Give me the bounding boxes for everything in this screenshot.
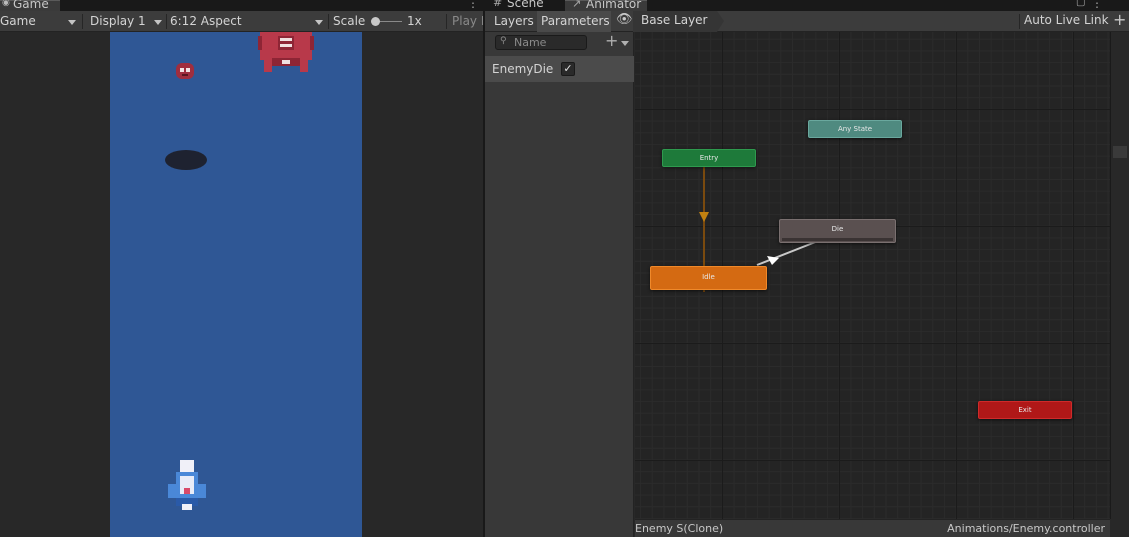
display-dropdown[interactable]: Display 1: [90, 13, 164, 30]
chevron-down-icon: [315, 20, 323, 25]
game-menu-icon[interactable]: ⋮: [467, 0, 479, 10]
player-ship-sprite: [168, 460, 206, 510]
chevron-down-icon: [154, 20, 162, 25]
animator-tab-label: Animator: [586, 0, 642, 11]
toolbar-divider: [1019, 14, 1020, 29]
status-controller-path: Animations/Enemy.controller: [947, 522, 1105, 535]
toolbar-divider: [446, 14, 447, 29]
game-tab[interactable]: ◉ Game: [0, 0, 60, 11]
aspect-label: 6:12 Aspect: [170, 14, 242, 28]
toolbar-divider: [328, 14, 329, 29]
animator-tab[interactable]: ↗ Animator: [565, 0, 647, 11]
parameter-search-placeholder: Name: [514, 36, 547, 49]
tab-layers[interactable]: Layers: [490, 11, 538, 32]
scale-label: Scale: [333, 14, 366, 28]
game-view-dropdown[interactable]: Game: [0, 13, 80, 30]
breadcrumb-base-layer: Base Layer: [641, 13, 708, 27]
idle-die-transition[interactable]: [756, 240, 819, 266]
boss-enemy-sprite: [258, 32, 314, 72]
parameters-panel: ⚲ Name + EnemyDie ✓: [485, 31, 634, 537]
scrollbar-thumb[interactable]: [1113, 146, 1127, 158]
aspect-dropdown[interactable]: 6:12 Aspect: [170, 13, 326, 30]
parameter-row[interactable]: EnemyDie ✓: [485, 56, 634, 82]
graph-scrollbar[interactable]: [1110, 32, 1129, 519]
maximize-icon[interactable]: ▢: [1076, 0, 1085, 8]
state-node-exit[interactable]: Exit: [978, 401, 1072, 419]
breadcrumb[interactable]: Base Layer: [633, 11, 717, 32]
state-progress-bar: [782, 238, 893, 241]
transition-arrow-icon: [699, 212, 709, 222]
auto-live-link-button[interactable]: Auto Live Link: [1024, 13, 1109, 27]
animator-status-bar: Enemy S(Clone) Animations/Enemy.controll…: [635, 519, 1110, 537]
scale-slider-handle[interactable]: [371, 17, 380, 26]
parameter-name: EnemyDie: [492, 62, 554, 76]
state-node-any-state[interactable]: Any State: [808, 120, 902, 138]
search-icon: ⚲: [500, 36, 507, 46]
breadcrumb-arrow: [717, 11, 724, 32]
ground-shadow: [165, 150, 207, 170]
add-icon[interactable]: +: [1113, 10, 1126, 29]
game-toolbar: Game Display 1 6:12 Aspect Scale 1x Play…: [0, 11, 488, 32]
toolbar-divider: [82, 14, 83, 29]
toolbar-divider: [166, 14, 167, 29]
status-selected-object: Enemy S(Clone): [635, 522, 724, 535]
state-node-die[interactable]: Die: [779, 219, 896, 243]
chevron-down-icon[interactable]: [621, 41, 629, 46]
eye-icon[interactable]: 👁: [616, 12, 633, 27]
display-label: Display 1: [90, 14, 146, 28]
scale-value: 1x: [407, 14, 422, 28]
animator-window: # Scene ↗ Animator ▢ ⋮ Layers Parameters…: [485, 0, 1129, 537]
state-node-entry[interactable]: Entry: [662, 149, 756, 167]
game-tab-icon: ◉: [2, 0, 10, 8]
state-machine-graph[interactable]: Any State Entry Die Idle Exit: [635, 32, 1110, 519]
scene-tab[interactable]: # Scene: [485, 0, 561, 11]
small-enemy-sprite: [176, 63, 194, 79]
tab-parameters[interactable]: Parameters: [537, 11, 611, 32]
animator-toolbar: Layers Parameters 👁 Base Layer Auto Live…: [485, 11, 1129, 32]
add-parameter-icon[interactable]: +: [605, 31, 618, 50]
game-window: ◉ Game ⋮ Game Display 1 6:12 Aspect Scal…: [0, 0, 488, 537]
game-screen: [110, 32, 362, 537]
state-node-idle[interactable]: Idle: [650, 266, 767, 290]
scene-tab-label: Scene: [507, 0, 544, 10]
chevron-down-icon: [68, 20, 76, 25]
animator-menu-icon[interactable]: ⋮: [1091, 0, 1103, 10]
game-view-label: Game: [0, 14, 36, 28]
state-node-die-label: Die: [831, 225, 844, 233]
parameter-bool-checkbox[interactable]: ✓: [561, 62, 575, 76]
hash-icon: #: [493, 0, 503, 9]
game-tab-strip: [0, 0, 483, 11]
animator-icon: ↗: [572, 0, 582, 10]
game-tab-label: Game: [13, 0, 49, 11]
parameter-search-input[interactable]: ⚲ Name: [495, 35, 587, 50]
